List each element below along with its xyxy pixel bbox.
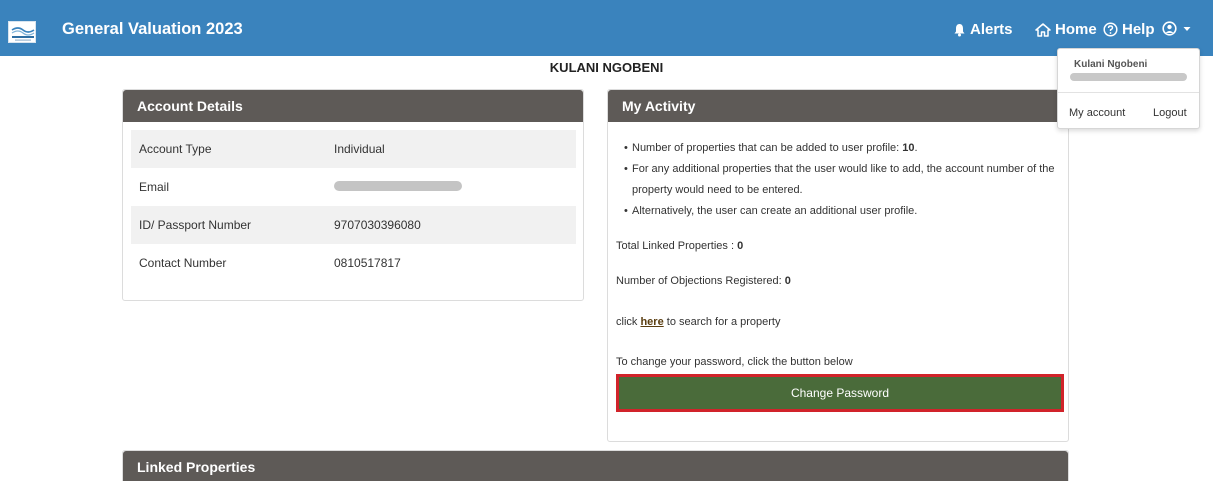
total-linked-value: 0 xyxy=(737,240,744,252)
user-menu-toggle[interactable] xyxy=(1162,21,1191,36)
municipality-logo[interactable] xyxy=(8,21,36,43)
search-prefix: click xyxy=(616,316,641,328)
contact-number-label: Contact Number xyxy=(139,256,227,270)
id-number-row: ID/ Passport Number 9707030396080 xyxy=(131,206,576,244)
activity-info-list: Number of properties that can be added t… xyxy=(616,138,1066,222)
additional-profile-item: Alternatively, the user can create an ad… xyxy=(616,201,1066,222)
email-value-redacted xyxy=(334,180,462,194)
app-title[interactable]: General Valuation 2023 xyxy=(62,20,243,39)
objections-value: 0 xyxy=(784,275,791,287)
account-type-row: Account Type Individual xyxy=(131,130,576,168)
user-display-name: KULANI NGOBENI xyxy=(549,60,664,75)
redacted-email-blur xyxy=(1070,73,1187,81)
chevron-down-icon xyxy=(1183,26,1191,31)
total-linked-properties: Total Linked Properties : 0 xyxy=(616,240,743,252)
user-dropdown-menu: Kulani Ngobeni My account Logout xyxy=(1057,48,1200,129)
redacted-email-blur xyxy=(334,181,462,191)
change-password-button[interactable]: Change Password xyxy=(616,374,1064,412)
home-label: Home xyxy=(1055,21,1097,38)
contact-number-row: Contact Number 0810517817 xyxy=(131,244,576,282)
contact-number-value: 0810517817 xyxy=(334,256,401,270)
property-limit-value: 10 xyxy=(902,142,915,154)
my-activity-heading: My Activity xyxy=(608,90,1068,122)
logo-wave-icon xyxy=(11,27,35,41)
top-navbar: General Valuation 2023 Alerts Home Help xyxy=(0,0,1213,56)
linked-properties-panel: Linked Properties xyxy=(122,450,1069,481)
bell-icon xyxy=(954,23,965,36)
user-circle-icon xyxy=(1162,21,1177,36)
home-link[interactable]: Home xyxy=(1035,21,1097,38)
search-here-link[interactable]: here xyxy=(640,316,663,328)
password-hint: To change your password, click the butto… xyxy=(616,356,853,368)
home-icon xyxy=(1035,22,1051,37)
email-row: Email xyxy=(131,168,576,206)
additional-properties-item: For any additional properties that the u… xyxy=(616,159,1066,201)
search-suffix: to search for a property xyxy=(663,316,781,328)
account-details-panel: Account Details Account Type Individual … xyxy=(122,89,584,301)
account-details-heading: Account Details xyxy=(123,90,583,122)
my-account-link[interactable]: My account xyxy=(1069,107,1125,119)
objections-registered: Number of Objections Registered: 0 xyxy=(616,275,791,287)
id-number-value: 9707030396080 xyxy=(334,218,421,232)
objections-label: Number of Objections Registered: xyxy=(616,275,785,287)
property-limit-item: Number of properties that can be added t… xyxy=(616,138,1066,159)
help-link[interactable]: Help xyxy=(1103,21,1155,38)
property-limit-text: Number of properties that can be added t… xyxy=(632,142,903,154)
help-label: Help xyxy=(1122,21,1155,38)
linked-properties-heading: Linked Properties xyxy=(123,451,1068,481)
alerts-link[interactable]: Alerts xyxy=(953,21,1013,38)
logout-link[interactable]: Logout xyxy=(1153,107,1187,119)
email-label: Email xyxy=(139,180,170,194)
total-linked-label: Total Linked Properties : xyxy=(616,240,738,252)
dropdown-divider xyxy=(1058,92,1199,93)
help-circle-icon xyxy=(1103,22,1118,37)
account-type-value: Individual xyxy=(334,142,385,156)
account-type-label: Account Type xyxy=(139,142,212,156)
alerts-label: Alerts xyxy=(970,21,1013,38)
id-number-label: ID/ Passport Number xyxy=(139,218,252,232)
property-limit-suffix: . xyxy=(914,142,918,154)
account-details-table: Account Type Individual Email ID/ Passpo… xyxy=(131,130,576,282)
search-property-line: click here to search for a property xyxy=(616,316,780,328)
dropdown-user-name: Kulani Ngobeni xyxy=(1074,59,1148,70)
